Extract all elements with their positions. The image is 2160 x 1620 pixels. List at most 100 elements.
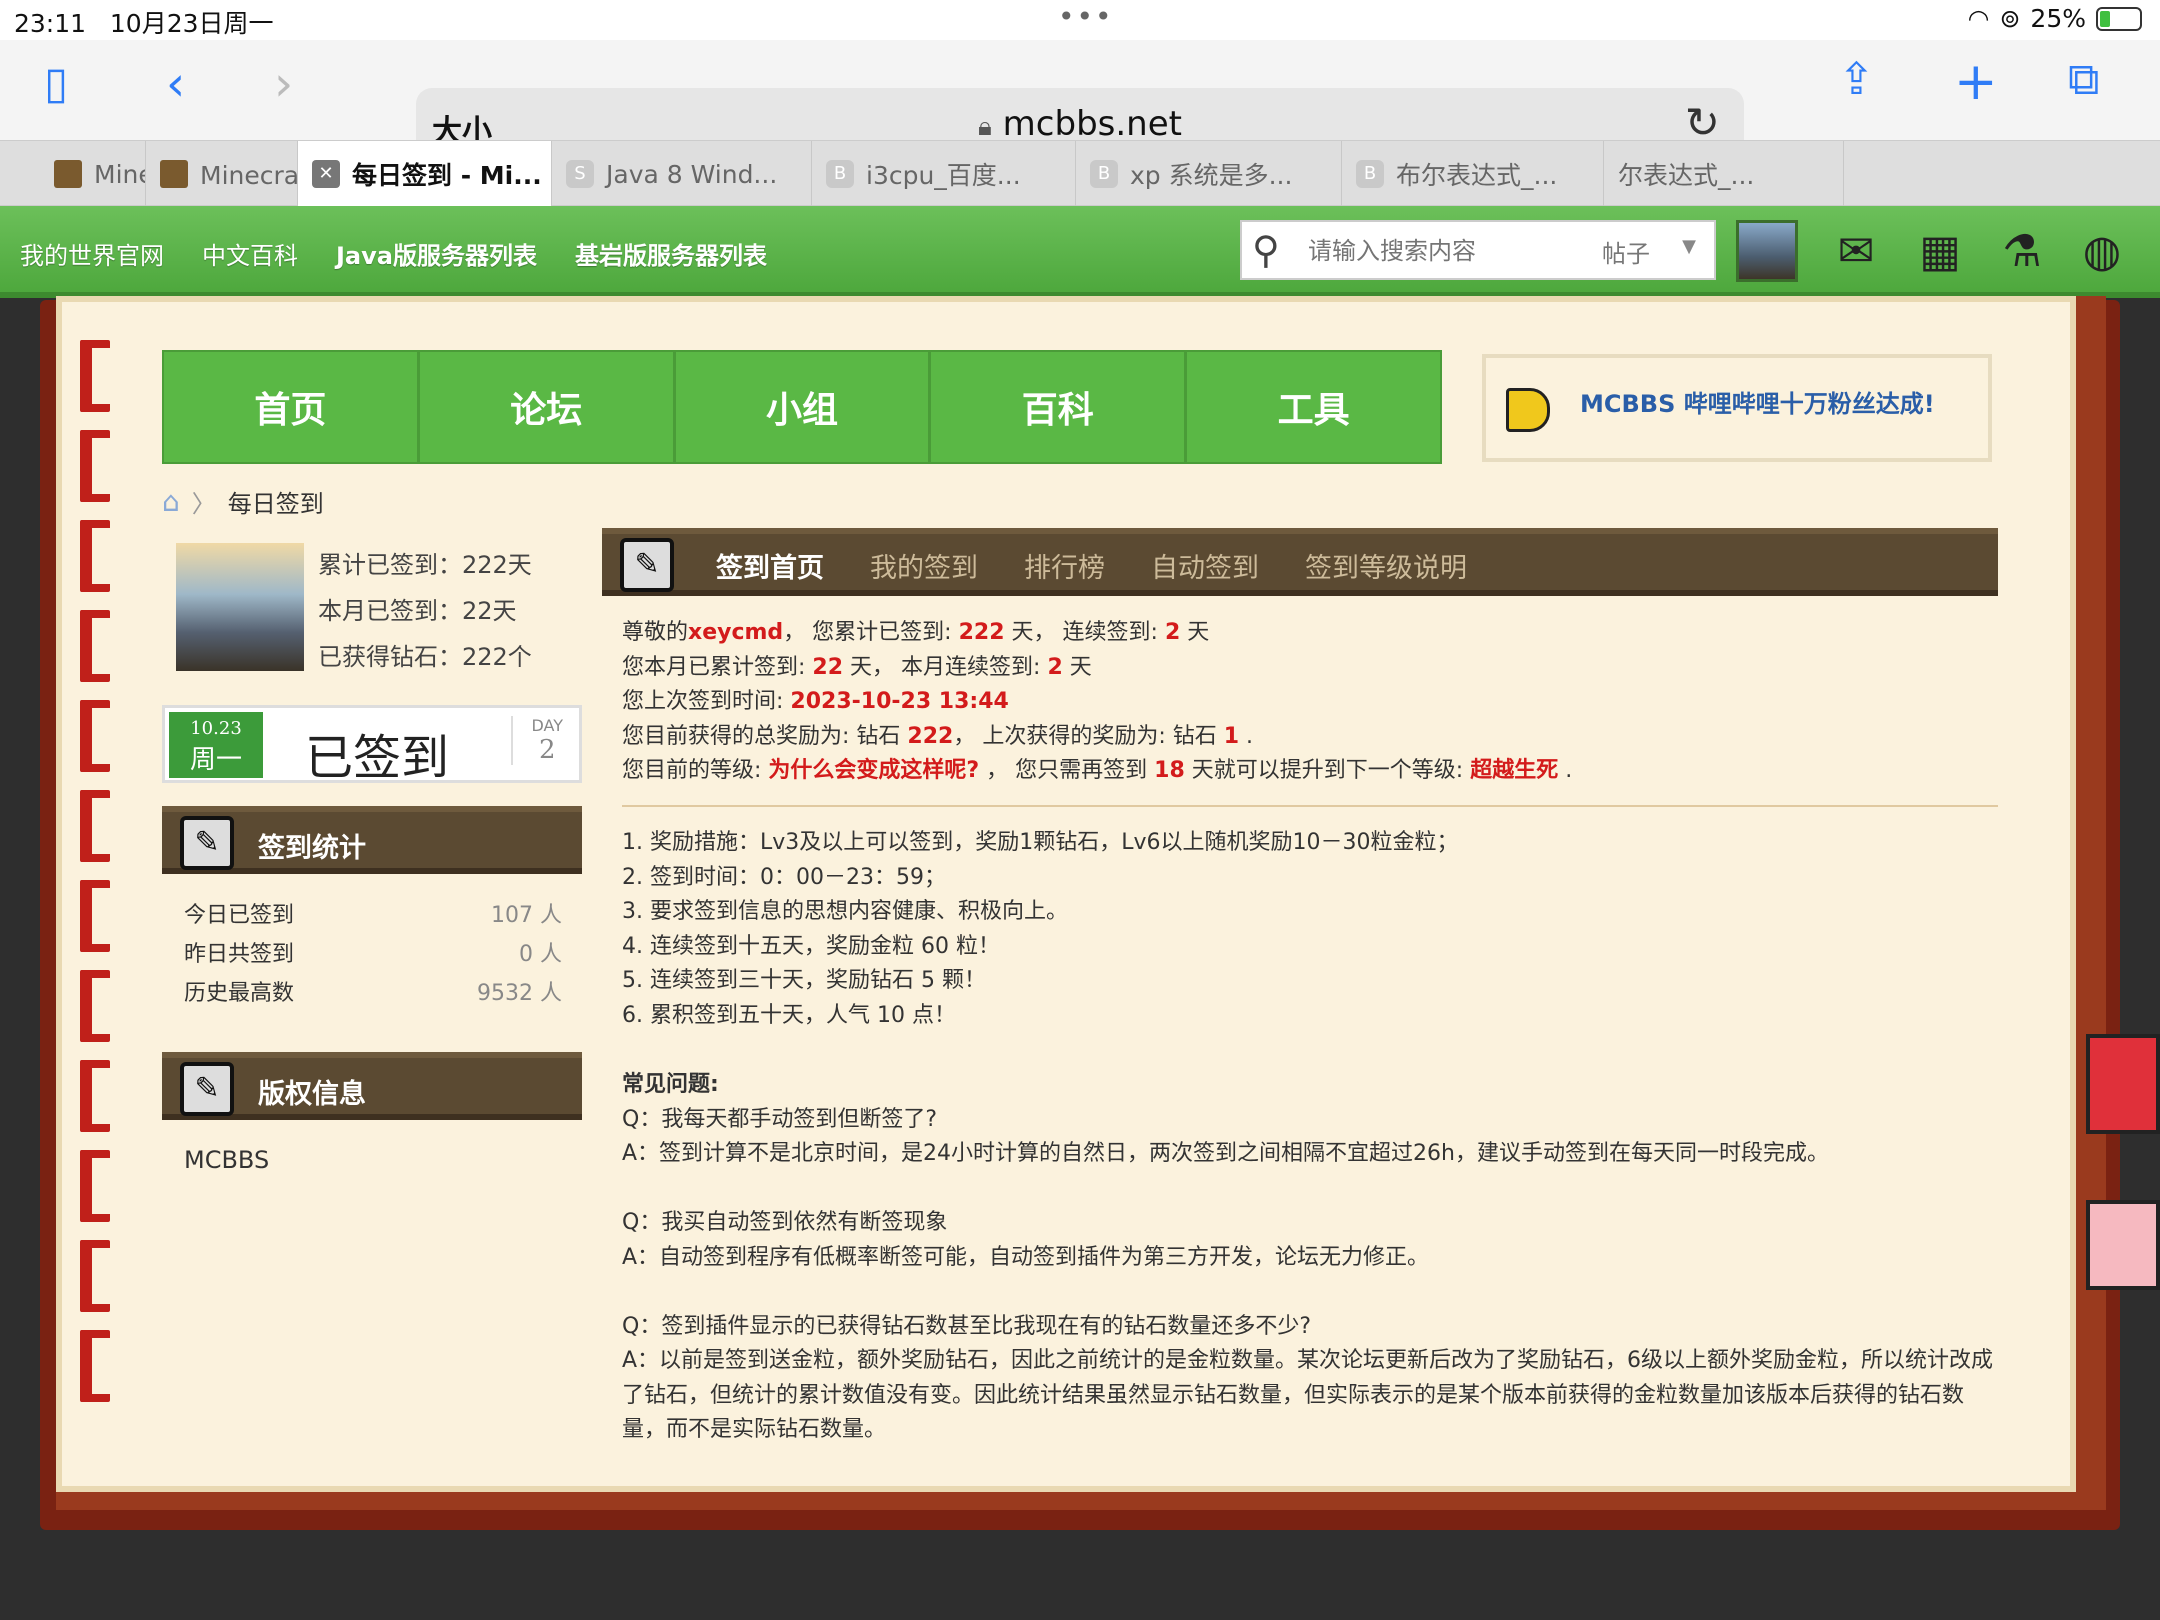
streak-day: DAY 2 — [511, 716, 563, 765]
main-nav: 首页 论坛 小组 百科 工具 — [162, 350, 1442, 464]
user-total: 累计已签到：222天 — [318, 551, 532, 579]
user-month: 本月已签到：22天 — [318, 597, 517, 625]
rule-item: 1. 奖励措施：Lv3及以上可以签到，奖励1颗钻石，Lv6以上随机奖励10－30… — [622, 830, 1459, 855]
rules-list: 1. 奖励措施：Lv3及以上可以签到，奖励1颗钻石，Lv6以上随机奖励10－30… — [622, 826, 1459, 1033]
tab-sign-home[interactable]: 签到首页 — [716, 546, 824, 585]
stat-row: 历史最高数 9532 人 — [184, 981, 562, 1006]
tab-strip: Minecra Minecraft(我... ✕ 每日签到 - Mi... S Java … — [0, 140, 2160, 207]
status-time: 23:11 10月23日周一 — [14, 9, 274, 38]
rule-item: 3. 要求签到信息的思想内容健康、积极向上。 — [622, 899, 1068, 924]
browser-toolbar: ▯ ‹ › 大小 🔒︎ mcbbs.net ↻ ⇪ + ⧉ — [0, 40, 2160, 160]
browser-tab-label: Java 8 Wind... — [606, 159, 778, 189]
search-input[interactable] — [1308, 230, 1538, 272]
stats-header: ✎ 签到统计 — [162, 806, 582, 874]
link-official[interactable]: 我的世界官网 — [20, 236, 164, 271]
sidebar-icon[interactable]: ▯ — [44, 62, 68, 106]
signed-status: 已签到 — [305, 730, 450, 786]
multitask-dots-icon[interactable]: ••• — [1058, 0, 1114, 33]
search-scope-select[interactable]: 帖子 — [1602, 234, 1650, 269]
breadcrumb-separator: 〉 — [191, 490, 216, 518]
browser-tab[interactable]: S Java 8 Wind... — [552, 141, 812, 207]
book-spine — [70, 340, 120, 1470]
nav-tools[interactable]: 工具 — [1187, 352, 1440, 462]
faq-answer: A：签到计算不是北京时间，是24小时计算的自然日，两次签到之间相隔不宜超过26h… — [622, 1141, 1829, 1166]
faq-question: Q：我每天都手动签到但断签了? — [622, 1106, 937, 1132]
faq-answer: A：以前是签到送金粒，额外奖励钻石，因此之前统计的是金粒数量。某次论坛更新后改为… — [622, 1348, 1994, 1442]
battery-icon — [2096, 6, 2142, 31]
link-wiki[interactable]: 中文百科 — [202, 236, 298, 271]
divider — [622, 805, 1998, 807]
browser-tab[interactable]: Bxp 系统是多... — [1076, 141, 1342, 207]
plus-icon[interactable]: + — [1954, 56, 1998, 108]
cookie-icon[interactable]: ◍ — [2072, 222, 2132, 282]
tab-ranking[interactable]: 排行榜 — [1024, 546, 1105, 585]
rule-item: 5. 连续签到三十天，奖励钻石 5 颗！ — [622, 968, 986, 993]
browser-tab[interactable]: ✕ 每日签到 - Mi... — [298, 141, 552, 207]
browser-tab-label: xp 系统是多... — [1130, 161, 1293, 190]
signed-date: 10.23 周一 — [169, 712, 263, 778]
side-tab-red[interactable] — [2086, 1034, 2160, 1134]
rule-item: 6. 累积签到五十天，人气 10 点！ — [622, 1002, 956, 1028]
share-icon[interactable]: ⇪ — [1838, 58, 1875, 102]
stats-title: 签到统计 — [258, 833, 366, 864]
browser-tab[interactable]: Minecraft(我... — [146, 141, 298, 207]
tab-my-sign[interactable]: 我的签到 — [870, 546, 978, 585]
wifi-icon: ◠ — [1967, 4, 1990, 33]
stats-list: 今日已签到 107 人 昨日共签到 0 人 历史最高数 9532 人 — [184, 896, 562, 1013]
browser-tab-label: 尔表达式_... — [1618, 161, 1755, 190]
stat-row: 昨日共签到 0 人 — [184, 942, 562, 967]
rule-item: 2. 签到时间：0：00－23：59； — [622, 864, 946, 890]
mail-icon[interactable]: ✉ — [1826, 222, 1886, 282]
chevron-down-icon[interactable]: ▼ — [1682, 236, 1696, 257]
search-icon[interactable]: ⚲ — [1252, 228, 1280, 272]
user-stats: 累计已签到：222天 本月已签到：22天 已获得钻石：222个 — [318, 542, 532, 680]
link-bedrock-servers[interactable]: 基岩版服务器列表 — [575, 236, 767, 271]
url-text: 🔒︎ mcbbs.net — [978, 104, 1182, 144]
copyright-title: 版权信息 — [258, 1079, 366, 1110]
side-tab-pink[interactable] — [2086, 1200, 2160, 1290]
favicon-icon — [160, 160, 188, 188]
stat-row: 今日已签到 107 人 — [184, 903, 562, 928]
user-avatar-small[interactable] — [1736, 220, 1798, 282]
favicon-icon: S — [566, 160, 594, 188]
user-avatar[interactable] — [176, 543, 304, 671]
info-line-5: 您目前的等级: 为什么会变成这样呢? ， 您只需再签到 18 天就可以提升到下一… — [622, 758, 1573, 783]
link-java-servers[interactable]: Java版服务器列表 — [336, 236, 537, 271]
favicon-icon: B — [1090, 160, 1118, 188]
faq-question: Q：签到插件显示的已获得钻石数甚至比我现在有的钻石数量还多不少? — [622, 1313, 1311, 1339]
favicon-icon: B — [1356, 160, 1384, 188]
forward-icon[interactable]: › — [274, 60, 293, 108]
info-line-2: 您本月已累计签到: 22 天， 本月连续签到: 2 天 — [622, 654, 1092, 680]
faq-title: 常见问题: — [622, 1072, 719, 1097]
info-line-4: 您目前获得的总奖励为: 钻石 222， 上次获得的奖励为: 钻石 1 . — [622, 723, 1254, 749]
breadcrumb-current: 每日签到 — [227, 490, 324, 518]
browser-tab-label: 每日签到 - Mi... — [352, 161, 542, 190]
browser-tab[interactable]: Bi3cpu_百度... — [812, 141, 1076, 207]
browser-tab-label: Minecra — [94, 159, 145, 189]
nav-groups[interactable]: 小组 — [676, 352, 932, 462]
crafting-icon[interactable]: ▦ — [1910, 222, 1970, 282]
status-bar: 23:11 10月23日周一 ••• ◠ ⊚ 25% — [0, 0, 2160, 40]
browser-tab[interactable]: 尔表达式_... — [1604, 141, 1844, 207]
browser-tab-label: Minecraft(我... — [200, 161, 298, 190]
copyright-header: ✎ 版权信息 — [162, 1052, 582, 1120]
potion-icon[interactable]: ⚗ — [1992, 222, 2052, 282]
tab-auto-sign[interactable]: 自动签到 — [1151, 546, 1259, 585]
nav-forum[interactable]: 论坛 — [420, 352, 676, 462]
nav-home[interactable]: 首页 — [164, 352, 420, 462]
announcement-link[interactable]: MCBBS 哔哩哔哩十万粉丝达成! — [1580, 384, 1935, 419]
back-icon[interactable]: ‹ — [166, 60, 185, 108]
sign-tabs-bar: ✎ 签到首页 我的签到 排行榜 自动签到 签到等级说明 — [602, 528, 1998, 596]
tabs-icon[interactable]: ⧉ — [2068, 58, 2099, 102]
user-diamonds: 已获得钻石：222个 — [318, 643, 532, 671]
home-icon[interactable]: ⌂ — [162, 485, 180, 518]
sign-panel-icon: ✎ — [180, 816, 234, 870]
sign-tabs: 签到首页 我的签到 排行榜 自动签到 签到等级说明 — [716, 546, 1467, 585]
browser-tab[interactable]: B 布尔表达式_... — [1342, 141, 1604, 207]
close-tab-icon[interactable]: ✕ — [312, 160, 340, 188]
browser-tab[interactable]: Minecra — [40, 141, 146, 207]
faq-answer: A：自动签到程序有低概率断签可能，自动签到插件为第三方开发，论坛无力修正。 — [622, 1244, 1430, 1270]
tab-level-desc[interactable]: 签到等级说明 — [1305, 546, 1467, 585]
nav-wiki[interactable]: 百科 — [931, 352, 1188, 462]
favicon-icon — [54, 160, 82, 188]
